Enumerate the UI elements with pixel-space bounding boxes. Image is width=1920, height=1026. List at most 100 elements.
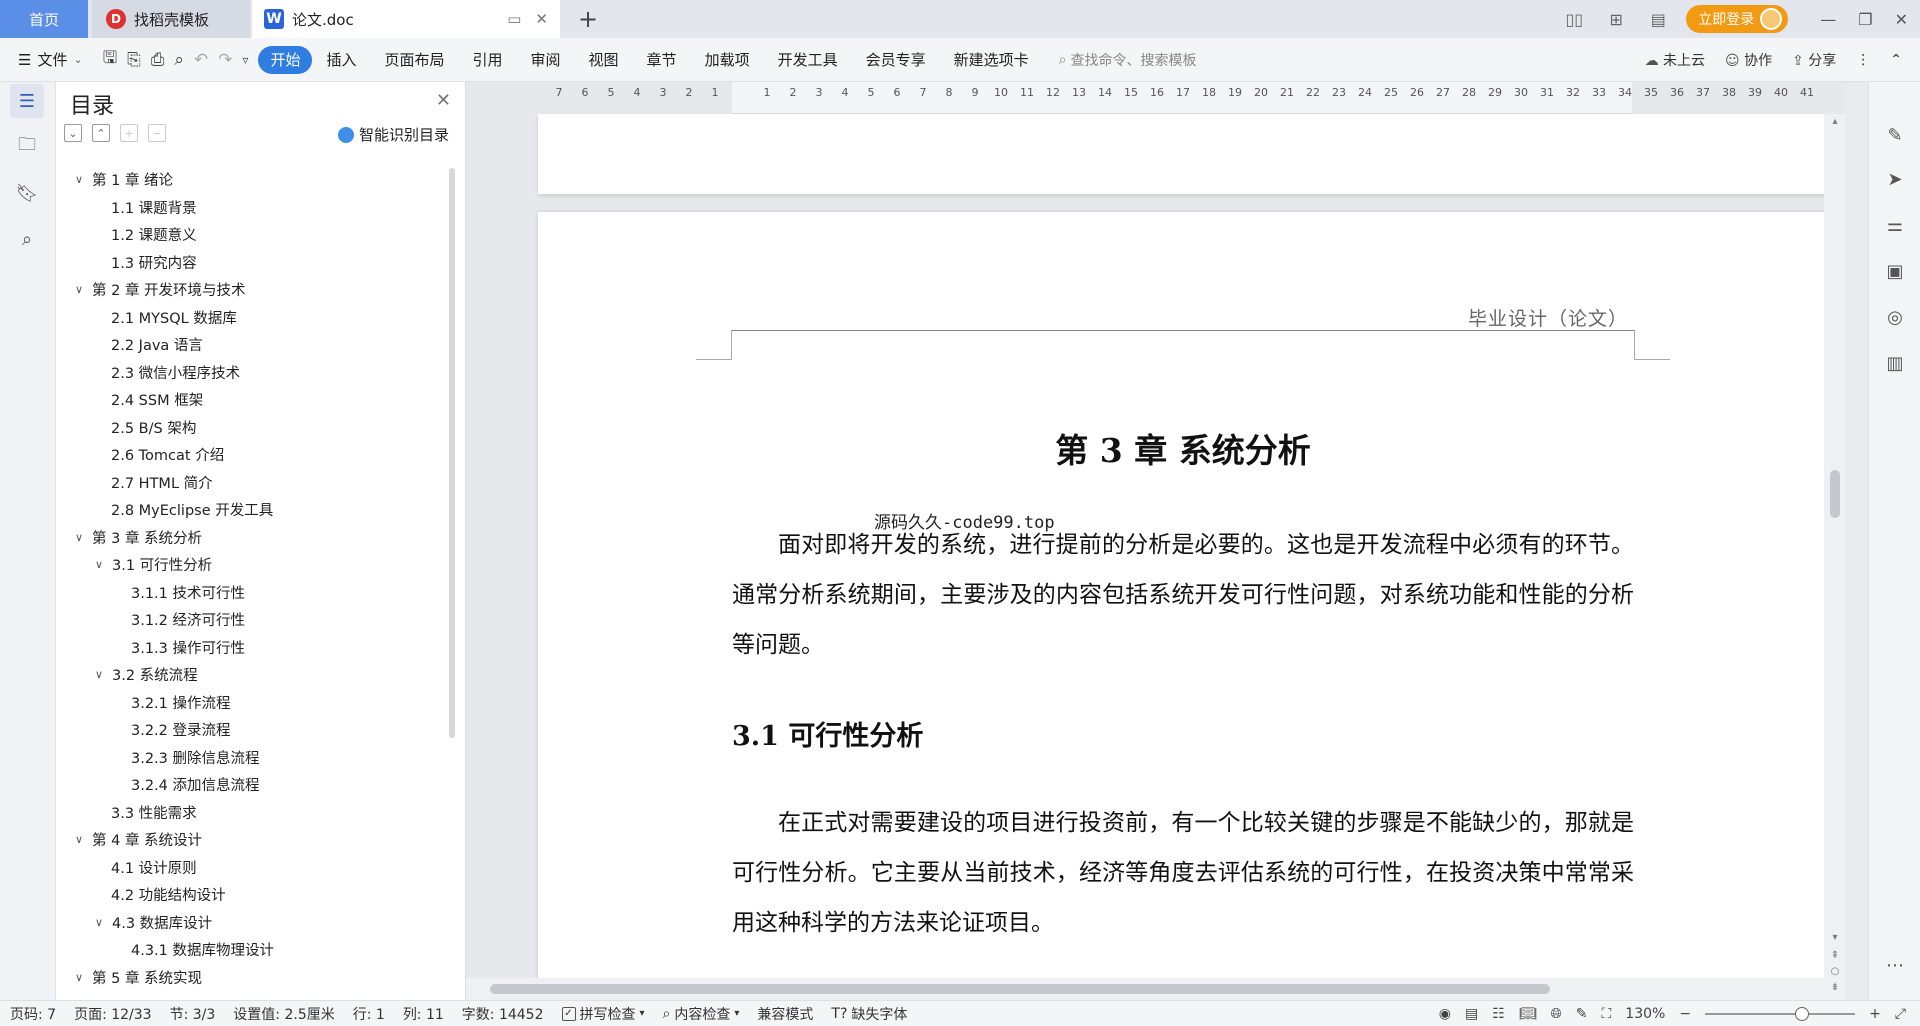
toc-item[interactable]: ∨ 第 5 章 系统实现 <box>56 964 451 992</box>
toc-item[interactable]: ∨ 3.1 可行性分析 <box>56 551 451 579</box>
ribbon-tab[interactable]: 插入 <box>312 46 370 74</box>
toc-item[interactable]: 3.2.2 登录流程 <box>56 716 451 744</box>
chevron-down-icon[interactable]: ∨ <box>72 833 86 846</box>
folder-icon[interactable]: 🗀 <box>10 130 44 164</box>
chevron-down-icon[interactable]: ∨ <box>72 971 86 984</box>
status-page[interactable]: 页码: 7 <box>10 1004 56 1024</box>
smart-toc-button[interactable]: 智能识别目录 <box>337 124 449 145</box>
toc-item[interactable]: 2.1 MYSQL 数据库 <box>56 304 451 332</box>
spell-check-toggle[interactable]: ✓ 拼写检查 ▾ <box>561 1004 645 1024</box>
toc-item[interactable]: 2.7 HTML 简介 <box>56 469 451 497</box>
zoom-slider-knob[interactable] <box>1795 1006 1810 1021</box>
toc-item[interactable]: ∨ 第 2 章 开发环境与技术 <box>56 276 451 304</box>
zoom-slider[interactable] <box>1705 1006 1856 1021</box>
restore-icon[interactable]: ❐ <box>1858 10 1872 29</box>
toc-item[interactable]: 3.1.3 操作可行性 <box>56 634 451 662</box>
ribbon-tab[interactable]: 会员专享 <box>852 46 940 74</box>
toc-item[interactable]: 2.6 Tomcat 介绍 <box>56 441 451 469</box>
toc-item[interactable]: 1.1 课题背景 <box>56 194 451 222</box>
toc-item[interactable]: 3.1.1 技术可行性 <box>56 579 451 607</box>
bookmark-icon[interactable]: 🔖︎ <box>10 176 44 210</box>
status-section[interactable]: 节: 3/3 <box>170 1004 216 1024</box>
status-row[interactable]: 行: 1 <box>353 1004 385 1024</box>
missing-fonts-button[interactable]: T? 缺失字体 <box>831 1004 907 1024</box>
reading-mode-icon[interactable]: ▯▯ <box>1560 8 1588 30</box>
close-tab-icon[interactable]: ✕ <box>535 10 548 28</box>
ribbon-tab[interactable]: 开始 <box>258 45 313 74</box>
fullscreen-icon[interactable]: ⤢ <box>1895 1006 1906 1022</box>
print-icon[interactable]: ⎙ <box>151 50 165 70</box>
ribbon-tab[interactable]: 视图 <box>575 46 633 74</box>
toc-item[interactable]: 3.2.4 添加信息流程 <box>56 771 451 799</box>
toc-item[interactable]: 3.1.2 经济可行性 <box>56 606 451 634</box>
document-horizontal-scrollbar[interactable] <box>466 978 1824 1000</box>
login-button[interactable]: 立即登录 <box>1686 5 1789 33</box>
remove-heading-icon[interactable]: − <box>148 124 166 142</box>
zoom-out-icon[interactable]: − <box>1679 1006 1691 1022</box>
pen-icon[interactable]: ✎ <box>1882 122 1908 148</box>
status-setting[interactable]: 设置值: 2.5厘米 <box>233 1004 334 1024</box>
window-layout-icon[interactable]: ▤ <box>1644 8 1672 30</box>
fit-page-icon[interactable]: ⛶ <box>1601 1006 1611 1022</box>
tab-templates[interactable]: D 找稻壳模板 <box>92 0 250 38</box>
toc-item[interactable]: 1.3 研究内容 <box>56 249 451 277</box>
eye-protection-icon[interactable]: ◉ <box>1439 1006 1451 1022</box>
share-button[interactable]: ⇪ 分享 <box>1792 50 1836 70</box>
toc-item[interactable]: 2.3 微信小程序技术 <box>56 359 451 387</box>
more-tools-icon[interactable]: ⋯ <box>1882 952 1908 978</box>
collapse-all-icon[interactable]: ⌃ <box>92 124 110 142</box>
status-col[interactable]: 列: 11 <box>403 1004 444 1024</box>
redo-icon[interactable]: ↷ <box>218 50 232 70</box>
ribbon-tab[interactable]: 引用 <box>459 46 517 74</box>
toc-item[interactable]: ∨ 4.3 数据库设计 <box>56 909 451 937</box>
close-icon[interactable]: ✕ <box>436 90 451 111</box>
chevron-down-icon[interactable]: ∨ <box>92 558 106 571</box>
toc-item[interactable]: 3.2.3 删除信息流程 <box>56 744 451 772</box>
more-options-icon[interactable]: ⋮ <box>1856 52 1870 68</box>
outline-icon[interactable]: ☰ <box>10 84 44 118</box>
status-pages[interactable]: 页面: 12/33 <box>74 1004 152 1024</box>
zoom-in-icon[interactable]: + <box>1869 1006 1881 1022</box>
ribbon-tab[interactable]: 新建选项卡 <box>940 46 1043 74</box>
read-search-icon[interactable]: ▥ <box>1882 350 1908 376</box>
collapse-ribbon-icon[interactable]: ⌃ <box>1890 52 1902 68</box>
next-page-icon[interactable]: ⇟ <box>1824 982 1846 993</box>
outline-view-icon[interactable]: ☷ <box>1492 1006 1505 1022</box>
ribbon-tab[interactable]: 加载项 <box>691 46 764 74</box>
command-search[interactable]: ⌕ 查找命令、搜索模板 <box>1059 50 1197 70</box>
cloud-status[interactable]: ☁ 未上云 <box>1645 50 1705 70</box>
document-vertical-scrollbar[interactable]: ▴ ▾ ⇞ ○ ⇟ <box>1824 114 1846 1000</box>
tab-document[interactable]: W 论文.doc ▭ ✕ <box>252 0 560 38</box>
chevron-down-icon[interactable]: ∨ <box>92 916 106 929</box>
scroll-thumb[interactable] <box>1830 470 1840 518</box>
print-preview-icon[interactable]: ⌕ <box>174 50 184 70</box>
pin-tab-icon[interactable]: ▭ <box>507 10 521 28</box>
previous-page[interactable] <box>538 114 1828 194</box>
customize-quick-access-icon[interactable]: ▿ <box>242 53 248 67</box>
chevron-down-icon[interactable]: ∨ <box>72 173 86 186</box>
toc-item[interactable]: 2.4 SSM 框架 <box>56 386 451 414</box>
toc-item[interactable]: 2.8 MyEclipse 开发工具 <box>56 496 451 524</box>
ribbon-tab[interactable]: 页面布局 <box>370 46 458 74</box>
toc-item[interactable]: 3.2.1 操作流程 <box>56 689 451 717</box>
save-icon[interactable]: 🖫 <box>103 45 117 74</box>
chevron-down-icon[interactable]: ∨ <box>72 283 86 296</box>
status-word-count[interactable]: 字数: 14452 <box>462 1004 544 1024</box>
collaborate-button[interactable]: ☺ 协作 <box>1725 50 1772 70</box>
toc-item[interactable]: 1.2 课题意义 <box>56 221 451 249</box>
export-pdf-icon[interactable]: ⎘ <box>127 50 141 70</box>
file-menu[interactable]: ☰ 文件 ⌄ <box>0 49 93 70</box>
prev-page-icon[interactable]: ⇞ <box>1824 950 1846 961</box>
adjust-icon[interactable]: ⚌ <box>1882 212 1908 238</box>
minimize-icon[interactable]: — <box>1820 10 1836 29</box>
web-view-icon[interactable]: 🌐︎ <box>1551 1006 1562 1022</box>
ribbon-tab[interactable]: 审阅 <box>517 46 575 74</box>
compass-icon[interactable]: ◎ <box>1882 304 1908 330</box>
tab-home[interactable]: 首页 <box>0 0 88 38</box>
search-icon[interactable]: ⌕ <box>10 222 44 256</box>
reading-view-icon[interactable]: 📖︎ <box>1519 1006 1537 1022</box>
ribbon-tab[interactable]: 开发工具 <box>764 46 852 74</box>
toc-item[interactable]: ∨ 第 3 章 系统分析 <box>56 524 451 552</box>
hscroll-thumb[interactable] <box>490 984 1550 994</box>
compat-mode[interactable]: 兼容模式 <box>757 1004 813 1024</box>
